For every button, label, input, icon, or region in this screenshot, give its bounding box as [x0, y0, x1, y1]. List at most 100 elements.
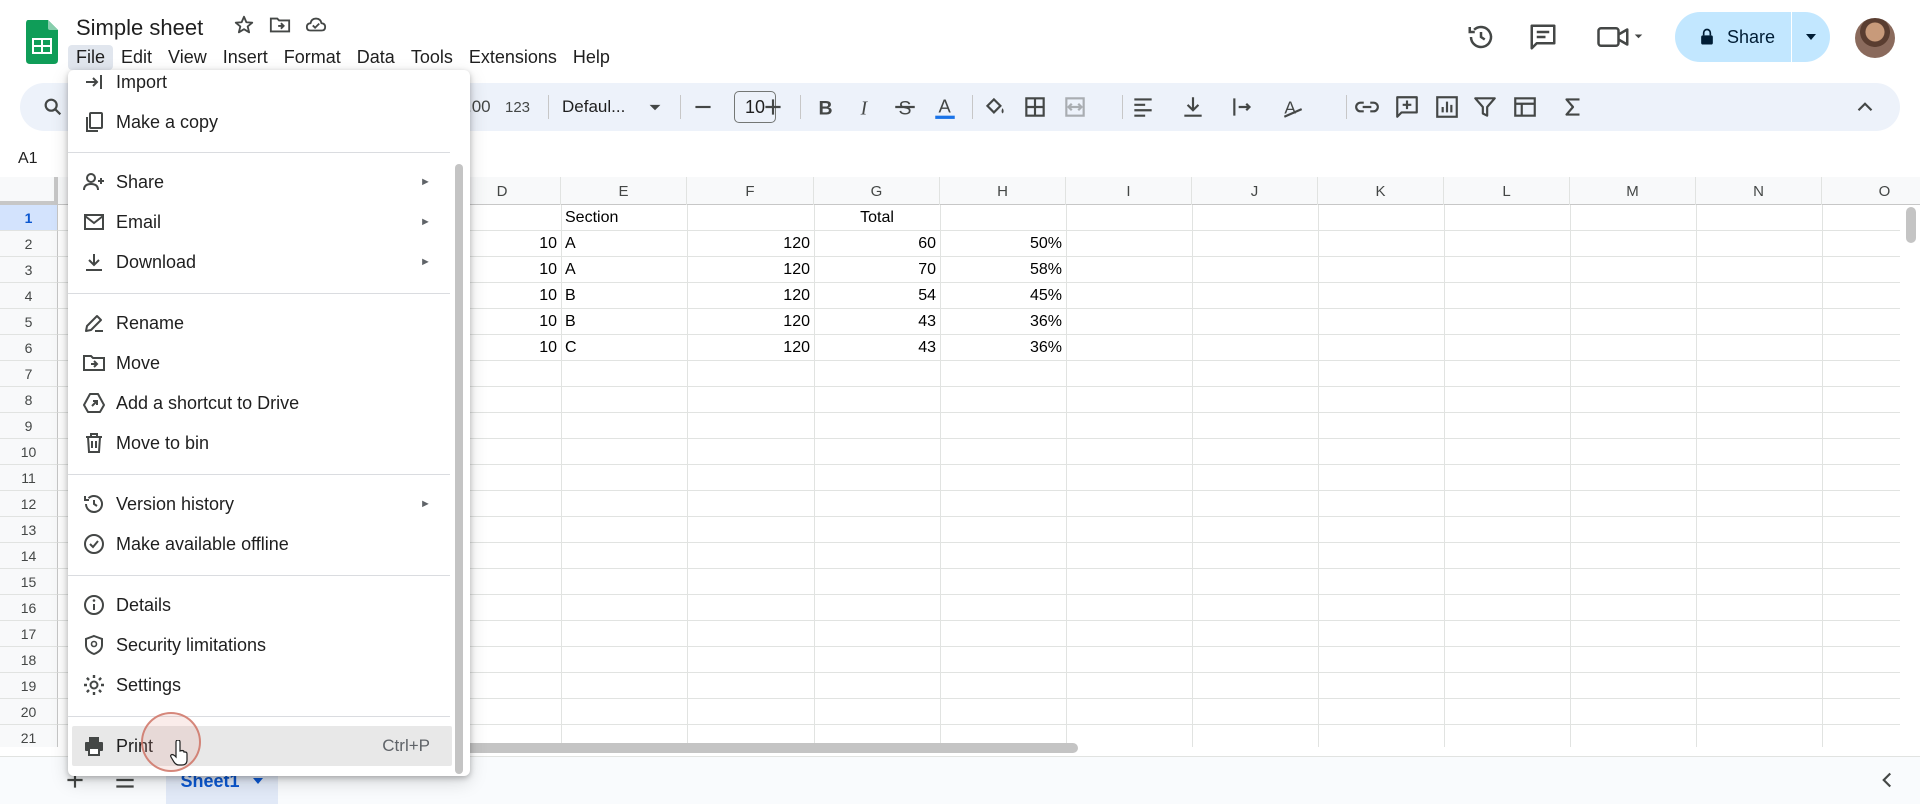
column-header-i[interactable]: I: [1066, 177, 1192, 205]
column-header-l[interactable]: L: [1444, 177, 1570, 205]
insert-chart-icon[interactable]: [1434, 94, 1460, 120]
row-header-15[interactable]: 15: [0, 569, 58, 595]
menu-make-available-offline[interactable]: Make available offline: [68, 524, 450, 564]
side-panel-toggle-icon[interactable]: [1874, 767, 1900, 793]
cloud-saved-icon[interactable]: [305, 14, 327, 36]
document-title[interactable]: Simple sheet: [76, 15, 203, 41]
cell-e6[interactable]: C: [561, 335, 687, 361]
number-format-button[interactable]: 123: [505, 95, 530, 119]
decimal-button[interactable]: .00: [467, 95, 491, 119]
merge-cells-icon[interactable]: [1062, 94, 1088, 120]
text-rotation-icon[interactable]: A: [1280, 94, 1306, 120]
row-header-6[interactable]: 6: [0, 335, 58, 361]
row-header-18[interactable]: 18: [0, 647, 58, 673]
move-folder-icon[interactable]: [269, 14, 291, 36]
strikethrough-icon[interactable]: S: [892, 94, 918, 120]
cell-e1[interactable]: Section: [561, 205, 687, 231]
row-header-12[interactable]: 12: [0, 491, 58, 517]
row-header-7[interactable]: 7: [0, 361, 58, 387]
menu-email[interactable]: Email ►: [68, 202, 450, 242]
cell-g3[interactable]: 70: [814, 257, 940, 283]
column-header-h[interactable]: H: [940, 177, 1066, 205]
menu-import[interactable]: Import: [68, 70, 450, 102]
cell-f2[interactable]: 120: [687, 231, 814, 257]
text-color-icon[interactable]: A: [932, 94, 958, 120]
menu-rename[interactable]: Rename: [68, 303, 450, 343]
vertical-align-icon[interactable]: [1180, 94, 1206, 120]
menu-add-shortcut[interactable]: Add a shortcut to Drive: [68, 383, 450, 423]
align-left-icon[interactable]: [1130, 94, 1156, 120]
cell-f6[interactable]: 120: [687, 335, 814, 361]
cell-g4[interactable]: 54: [814, 283, 940, 309]
avatar[interactable]: [1855, 18, 1895, 58]
menu-details[interactable]: Details: [68, 585, 450, 625]
menu-extensions[interactable]: Extensions: [461, 45, 565, 70]
name-box[interactable]: A1: [18, 150, 38, 168]
menu-edit[interactable]: Edit: [113, 45, 160, 70]
row-header-3[interactable]: 3: [0, 257, 58, 283]
menu-print[interactable]: Print Ctrl+P: [72, 726, 452, 766]
menu-data[interactable]: Data: [349, 45, 403, 70]
functions-icon[interactable]: [1560, 94, 1586, 120]
horizontal-scrollbar[interactable]: [460, 743, 1078, 753]
filter-views-icon[interactable]: [1512, 94, 1538, 120]
menu-download[interactable]: Download ►: [68, 242, 450, 282]
cell-h5[interactable]: 36%: [940, 309, 1066, 335]
cell-e2[interactable]: A: [561, 231, 687, 257]
column-header-g[interactable]: G: [814, 177, 940, 205]
chevron-down-icon[interactable]: [252, 775, 264, 787]
cell-e3[interactable]: A: [561, 257, 687, 283]
cell-h2[interactable]: 50%: [940, 231, 1066, 257]
menu-tools[interactable]: Tools: [403, 45, 461, 70]
row-header-10[interactable]: 10: [0, 439, 58, 465]
row-header-19[interactable]: 19: [0, 673, 58, 699]
share-options-button[interactable]: [1792, 12, 1830, 62]
row-header-4[interactable]: 4: [0, 283, 58, 309]
sheets-logo-icon[interactable]: [26, 20, 58, 64]
menu-insert[interactable]: Insert: [215, 45, 276, 70]
cell-g5[interactable]: 43: [814, 309, 940, 335]
cell-f4[interactable]: 120: [687, 283, 814, 309]
column-header-f[interactable]: F: [687, 177, 814, 205]
collapse-toolbar-icon[interactable]: [1852, 94, 1878, 120]
cell-g1[interactable]: Total: [814, 205, 940, 231]
row-header-9[interactable]: 9: [0, 413, 58, 439]
menu-settings[interactable]: Settings: [68, 665, 450, 705]
menu-view[interactable]: View: [160, 45, 215, 70]
share-button[interactable]: Share: [1675, 12, 1830, 62]
insert-comment-icon[interactable]: [1394, 94, 1420, 120]
row-header-21[interactable]: 21: [0, 725, 58, 747]
column-header-o[interactable]: O: [1822, 177, 1920, 205]
version-history-icon[interactable]: [1466, 22, 1496, 52]
menu-move[interactable]: Move: [68, 343, 450, 383]
increase-font-size-icon[interactable]: [760, 94, 786, 120]
row-header-13[interactable]: 13: [0, 517, 58, 543]
search-menus-icon[interactable]: [42, 96, 64, 118]
column-header-k[interactable]: K: [1318, 177, 1444, 205]
menu-file[interactable]: File: [68, 44, 114, 70]
menu-make-a-copy[interactable]: Make a copy: [68, 102, 450, 142]
column-header-e[interactable]: E: [561, 177, 687, 205]
select-all-corner[interactable]: [0, 177, 58, 205]
menu-help[interactable]: Help: [565, 45, 618, 70]
text-wrap-icon[interactable]: [1230, 94, 1256, 120]
vertical-scrollbar[interactable]: [1906, 207, 1916, 243]
row-header-2[interactable]: 2: [0, 231, 58, 257]
cell-h6[interactable]: 36%: [940, 335, 1066, 361]
cell-g6[interactable]: 43: [814, 335, 940, 361]
font-dropdown-icon[interactable]: [642, 94, 668, 120]
menu-format[interactable]: Format: [276, 45, 349, 70]
cell-h4[interactable]: 45%: [940, 283, 1066, 309]
menu-security-limitations[interactable]: Security limitations: [68, 625, 450, 665]
column-header-n[interactable]: N: [1696, 177, 1822, 205]
row-header-16[interactable]: 16: [0, 595, 58, 621]
file-menu-scrollbar[interactable]: [455, 164, 463, 774]
menu-move-to-bin[interactable]: Move to bin: [68, 423, 450, 463]
star-icon[interactable]: [233, 14, 255, 36]
row-header-1[interactable]: 1: [0, 205, 58, 231]
row-header-8[interactable]: 8: [0, 387, 58, 413]
row-header-5[interactable]: 5: [0, 309, 58, 335]
cell-f3[interactable]: 120: [687, 257, 814, 283]
font-family-select[interactable]: Defaul...: [562, 95, 625, 119]
borders-icon[interactable]: [1022, 94, 1048, 120]
